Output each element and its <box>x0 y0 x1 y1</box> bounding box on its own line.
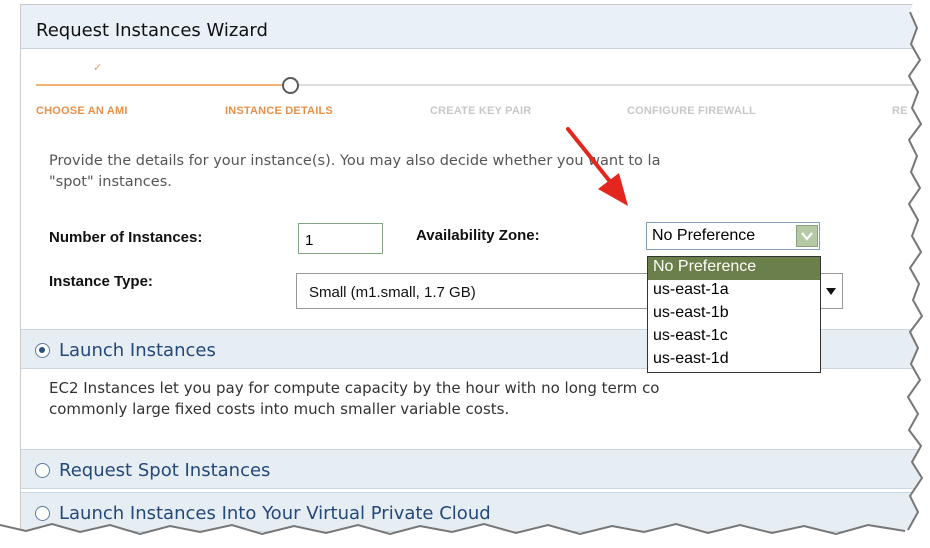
step-configure-firewall: CONFIGURE FIREWALL <box>627 105 756 117</box>
red-arrow-annotation <box>566 127 628 206</box>
section-label: Request Spot Instances <box>59 460 271 481</box>
radio-launch-vpc[interactable] <box>35 506 50 521</box>
step-choose-ami[interactable]: CHOOSE AN AMI <box>36 105 128 117</box>
section-request-spot-instances[interactable]: Request Spot Instances <box>21 449 930 489</box>
checkmark-icon: ✓ <box>93 61 103 74</box>
title-bar: Request Instances Wizard <box>21 5 930 49</box>
wizard-title: Request Instances Wizard <box>36 20 268 41</box>
step-review: RE <box>892 105 908 117</box>
availability-zone-label: Availability Zone: <box>416 227 540 244</box>
intro-line: Provide the details for your instance(s)… <box>49 153 661 169</box>
progress-track-remaining <box>298 84 930 86</box>
intro-line: "spot" instances. <box>49 174 172 190</box>
launch-description: EC2 Instances let you pay for compute ca… <box>49 378 930 420</box>
dropdown-arrow-icon[interactable] <box>826 288 836 295</box>
num-instances-input[interactable]: 1 <box>298 223 383 254</box>
az-option-us-east-1d[interactable]: us-east-1d <box>648 349 820 372</box>
radio-launch-instances[interactable] <box>35 343 50 358</box>
progress-track-done <box>36 84 284 86</box>
description-line: commonly large fixed costs into much sma… <box>49 400 510 418</box>
instance-type-label: Instance Type: <box>49 273 153 290</box>
availability-zone-value: No Preference <box>652 227 756 244</box>
section-launch-vpc[interactable]: Launch Instances Into Your Virtual Priva… <box>21 492 930 532</box>
az-option-no-preference[interactable]: No Preference <box>648 257 820 280</box>
step-create-key-pair: CREATE KEY PAIR <box>430 105 532 117</box>
radio-request-spot-instances[interactable] <box>35 463 50 478</box>
az-option-us-east-1a[interactable]: us-east-1a <box>648 280 820 303</box>
az-option-us-east-1b[interactable]: us-east-1b <box>648 303 820 326</box>
current-step-circle-icon <box>282 77 299 94</box>
step-instance-details: INSTANCE DETAILS <box>225 105 333 117</box>
instance-type-value: Small (m1.small, 1.7 GB) <box>309 284 476 301</box>
availability-zone-dropdown: No Preference us-east-1a us-east-1b us-e… <box>647 256 821 373</box>
wizard-panel: Request Instances Wizard ✓ CHOOSE AN AMI… <box>20 4 930 548</box>
section-label: Launch Instances Into Your Virtual Priva… <box>59 503 491 524</box>
description-line: EC2 Instances let you pay for compute ca… <box>49 379 660 397</box>
chevron-down-icon[interactable] <box>796 225 818 247</box>
section-label: Launch Instances <box>59 340 216 361</box>
az-option-us-east-1c[interactable]: us-east-1c <box>648 326 820 349</box>
intro-text: Provide the details for your instance(s)… <box>49 151 930 193</box>
radio-selected-dot <box>39 347 45 353</box>
availability-zone-select[interactable]: No Preference <box>646 222 820 250</box>
num-instances-label: Number of Instances: <box>49 229 203 246</box>
